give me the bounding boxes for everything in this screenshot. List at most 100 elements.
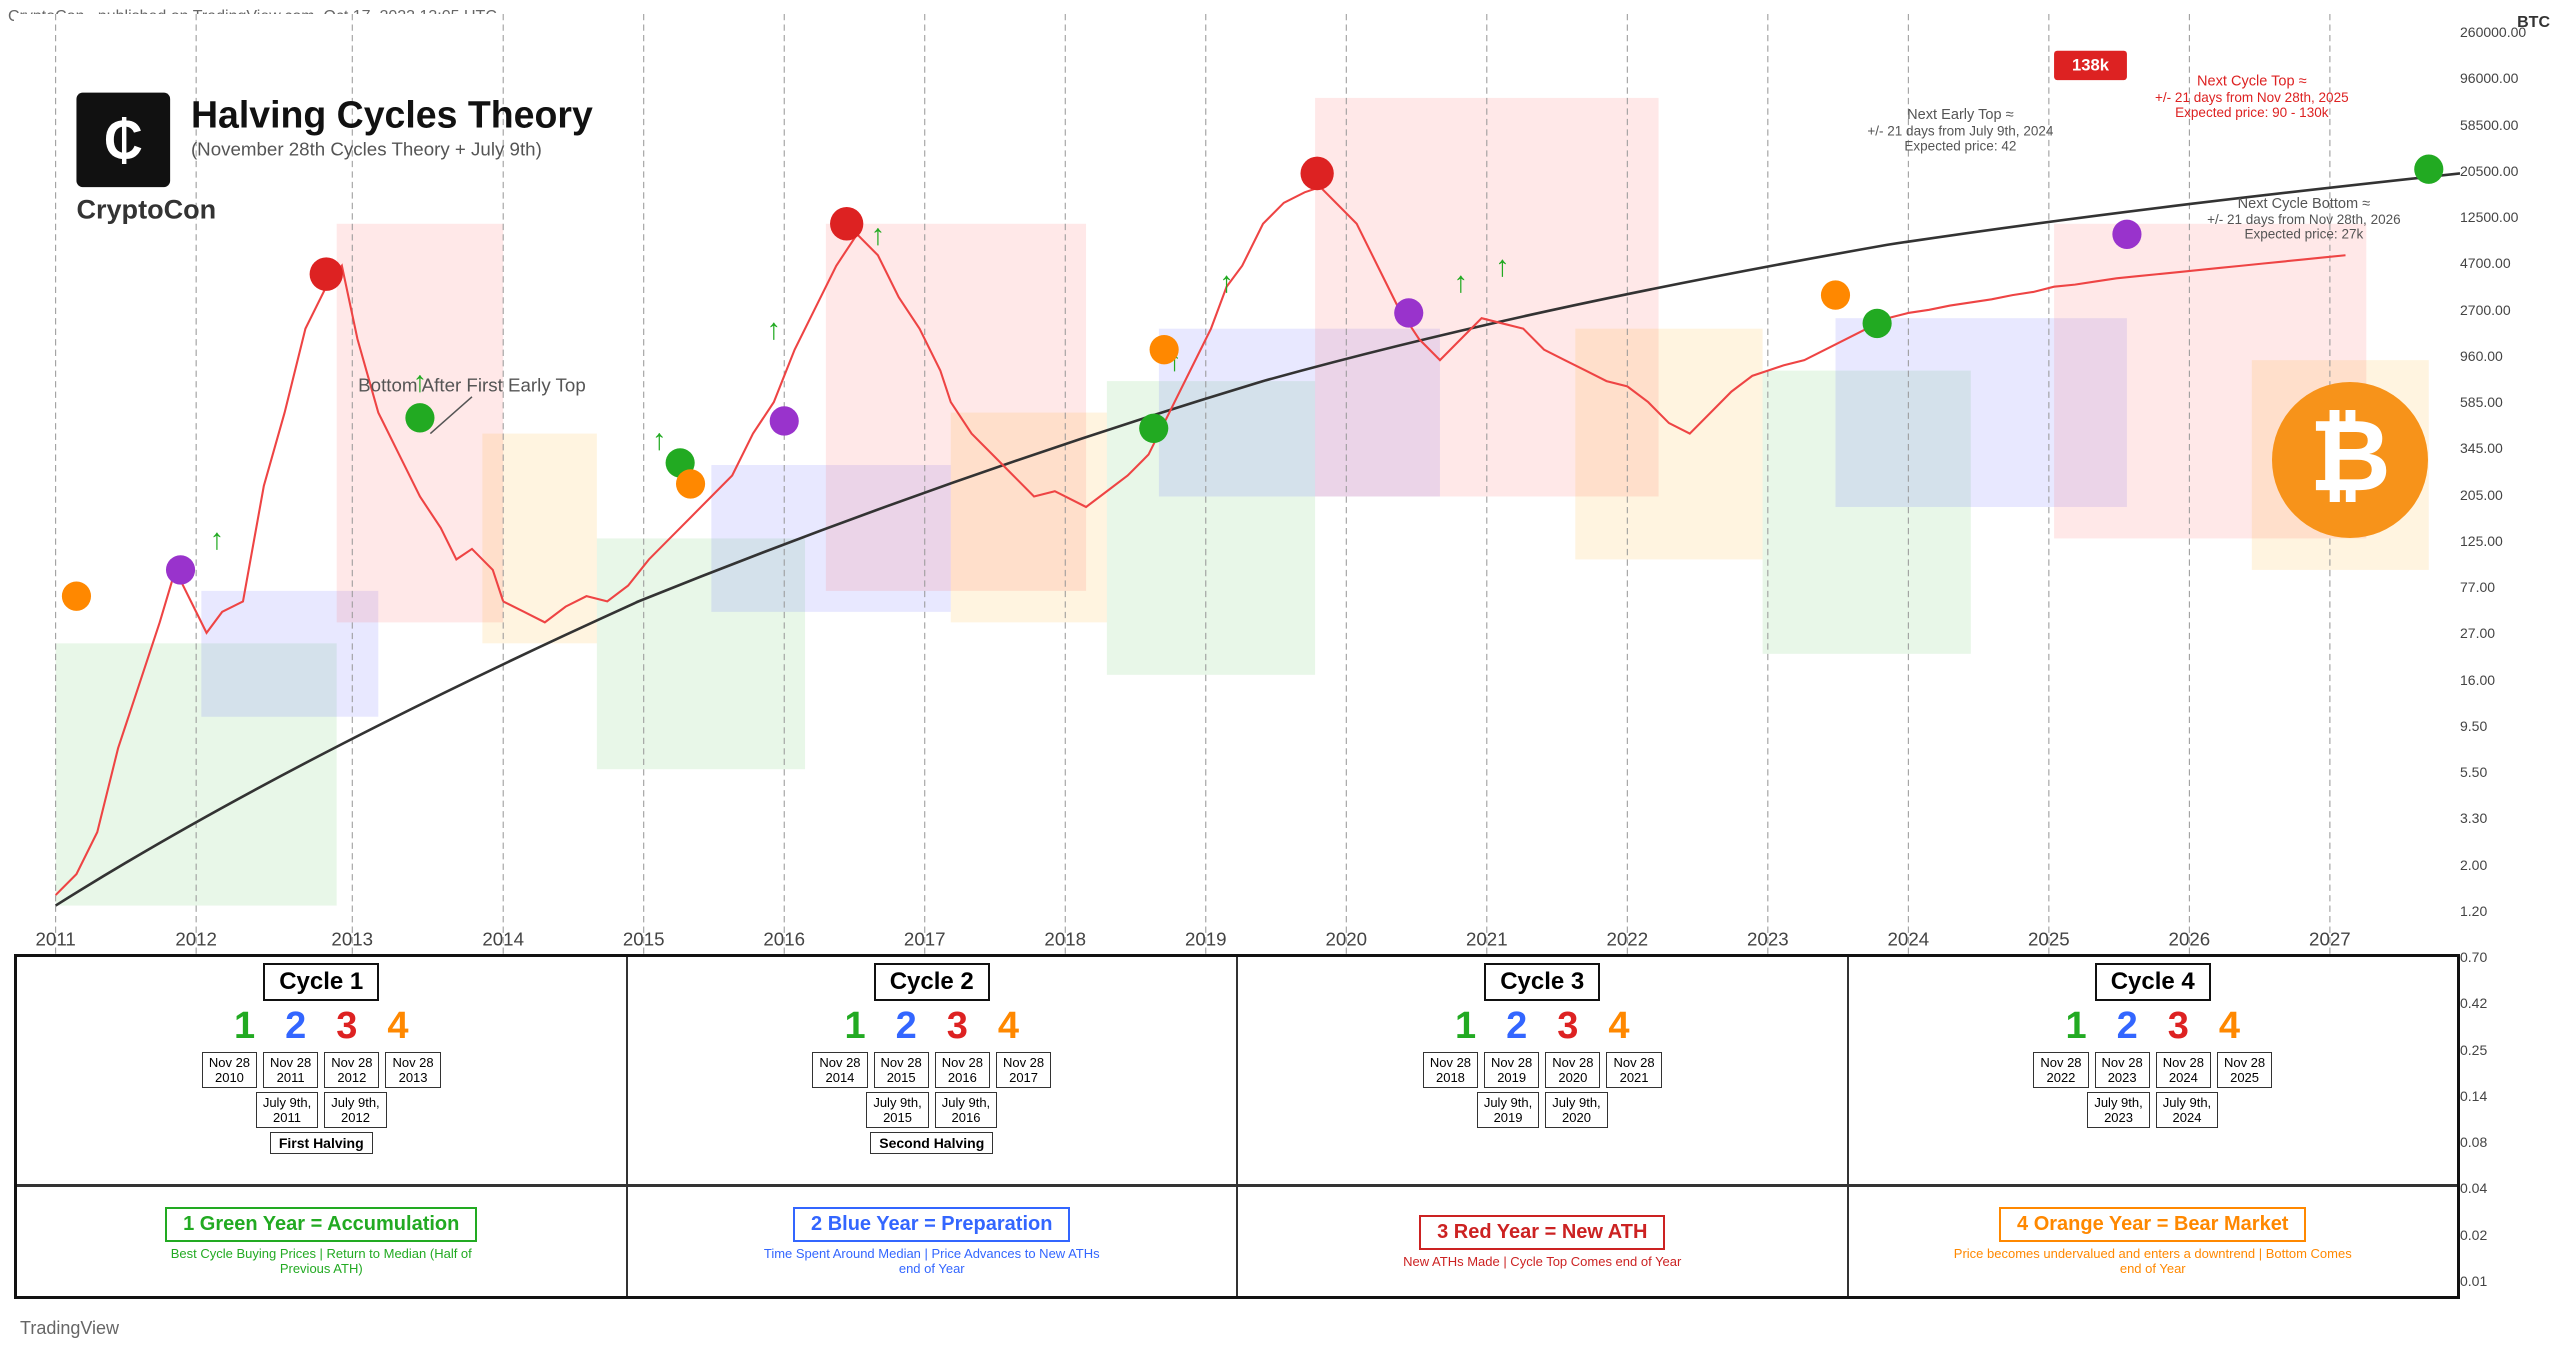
svg-text:2015: 2015 — [623, 928, 665, 949]
svg-text:2021: 2021 — [1466, 928, 1508, 949]
svg-text:↑: ↑ — [652, 424, 667, 456]
svg-text:2014: 2014 — [482, 928, 524, 949]
svg-text:+/- 21 days from Nov 28th, 202: +/- 21 days from Nov 28th, 2026 — [2207, 212, 2401, 227]
blue-year-section: 2 Blue Year = Preparation Time Spent Aro… — [628, 1187, 1239, 1296]
cycle2-num1: 1 — [844, 1005, 865, 1048]
cycle1-date-nov4: Nov 282013 — [385, 1052, 440, 1088]
svg-text:Expected price: 90 - 130k: Expected price: 90 - 130k — [2175, 105, 2329, 120]
svg-text:↑: ↑ — [871, 220, 886, 252]
chart-container: CryptoCon_ published on TradingView.com,… — [0, 0, 2560, 1349]
svg-text:2013: 2013 — [331, 928, 373, 949]
cycle1-block: Cycle 1 1 2 3 4 Nov 282010 Nov 282011 No… — [17, 957, 628, 1184]
cycle1-num2: 2 — [285, 1005, 306, 1048]
cycle1-title: Cycle 1 — [263, 963, 379, 1001]
svg-text:(November 28th Cycles Theory +: (November 28th Cycles Theory + July 9th) — [191, 139, 542, 160]
svg-text:↑: ↑ — [1495, 251, 1510, 283]
cycle4-num4: 4 — [2219, 1005, 2240, 1048]
svg-text:CryptoCon: CryptoCon — [76, 193, 216, 224]
cycle2-date-nov4: Nov 282017 — [996, 1052, 1051, 1088]
cycle4-date-nov3: Nov 282024 — [2156, 1052, 2211, 1088]
cycle3-block: Cycle 3 1 2 3 4 Nov 282018 Nov 282019 No… — [1238, 957, 1849, 1184]
svg-text:+/- 21 days from Nov 28th, 202: +/- 21 days from Nov 28th, 2025 — [2155, 90, 2349, 105]
svg-text:₵: ₵ — [104, 110, 143, 171]
svg-text:2019: 2019 — [1185, 928, 1227, 949]
cycle1-date-nov1: Nov 282010 — [202, 1052, 257, 1088]
svg-text:Halving Cycles Theory: Halving Cycles Theory — [191, 93, 593, 135]
svg-text:2027: 2027 — [2309, 928, 2351, 949]
orange-year-sublabel: Price becomes undervalued and enters a d… — [1953, 1246, 2353, 1276]
cycles-section: Cycle 1 1 2 3 4 Nov 282010 Nov 282011 No… — [14, 954, 2460, 1299]
cycle2-num2: 2 — [896, 1005, 917, 1048]
cycle4-num3: 3 — [2168, 1005, 2189, 1048]
cycle3-date-jul1: July 9th,2019 — [1477, 1092, 1539, 1128]
cycle1-date-nov2: Nov 282011 — [263, 1052, 318, 1088]
svg-text:↑: ↑ — [210, 524, 225, 556]
cycle3-date-nov2: Nov 282019 — [1484, 1052, 1539, 1088]
cycle3-num1: 1 — [1455, 1005, 1476, 1048]
svg-text:2025: 2025 — [2028, 928, 2070, 949]
cycle2-date-nov1: Nov 282014 — [812, 1052, 867, 1088]
cycle1-date-jul1: July 9th,2011 — [256, 1092, 318, 1128]
cycle4-num2: 2 — [2117, 1005, 2138, 1048]
svg-text:Next Cycle Bottom ≈: Next Cycle Bottom ≈ — [2238, 196, 2371, 212]
orange-year-label: 4 Orange Year = Bear Market — [1999, 1207, 2306, 1242]
cycle3-num3: 3 — [1557, 1005, 1578, 1048]
cycle3-date-nov3: Nov 282020 — [1545, 1052, 1600, 1088]
cycle2-block: Cycle 2 1 2 3 4 Nov 282014 Nov 282015 No… — [628, 957, 1239, 1184]
svg-text:2022: 2022 — [1606, 928, 1648, 949]
y-axis: 260000.00 96000.00 58500.00 20500.00 125… — [2456, 14, 2546, 1299]
bitcoin-logo: ₿ — [2270, 380, 2430, 540]
cycle2-date-nov2: Nov 282015 — [874, 1052, 929, 1088]
svg-text:2017: 2017 — [904, 928, 946, 949]
svg-text:+/- 21 days from July 9th, 202: +/- 21 days from July 9th, 2024 — [1867, 124, 2054, 139]
svg-text:138k: 138k — [2072, 56, 2110, 75]
svg-text:2024: 2024 — [1888, 928, 1930, 949]
svg-text:2011: 2011 — [36, 928, 76, 949]
cycle1-num4: 4 — [387, 1005, 408, 1048]
svg-text:Expected price: 27k: Expected price: 27k — [2244, 226, 2363, 241]
cycle2-date-nov3: Nov 282016 — [935, 1052, 990, 1088]
cycle4-date-jul2: July 9th,2024 — [2156, 1092, 2218, 1128]
cycle2-title: Cycle 2 — [874, 963, 990, 1001]
cycle1-date-jul2: July 9th,2012 — [324, 1092, 386, 1128]
main-chart-svg: ↑ ↑ ↑ ↑ ↑ ↑ ↑ ↑ ↑ ↑ 138k Botto — [14, 14, 2460, 958]
svg-text:↑: ↑ — [767, 314, 782, 346]
cycle2-num3: 3 — [947, 1005, 968, 1048]
cycle2-num4: 4 — [998, 1005, 1019, 1048]
svg-text:2023: 2023 — [1747, 928, 1789, 949]
y-axis-currency-label: BTC — [2517, 14, 2550, 32]
svg-text:Next Cycle Top ≈: Next Cycle Top ≈ — [2197, 73, 2307, 89]
cycle1-num1: 1 — [234, 1005, 255, 1048]
cycle4-num1: 1 — [2065, 1005, 2086, 1048]
svg-text:↑: ↑ — [1219, 267, 1234, 299]
cycle4-date-jul1: July 9th,2023 — [2087, 1092, 2149, 1128]
svg-text:2018: 2018 — [1044, 928, 1086, 949]
green-year-sublabel: Best Cycle Buying Prices | Return to Med… — [151, 1246, 491, 1276]
svg-text:2012: 2012 — [175, 928, 217, 949]
red-year-sublabel: New ATHs Made | Cycle Top Comes end of Y… — [1403, 1254, 1681, 1269]
svg-text:Next Early Top ≈: Next Early Top ≈ — [1907, 107, 2013, 123]
cycle3-date-nov4: Nov 282021 — [1606, 1052, 1661, 1088]
cycle3-num4: 4 — [1608, 1005, 1629, 1048]
cycle1-halving-label: First Halving — [270, 1132, 373, 1154]
cycle3-date-jul2: July 9th,2020 — [1545, 1092, 1607, 1128]
cycle1-num3: 3 — [336, 1005, 357, 1048]
blue-year-sublabel: Time Spent Around Median | Price Advance… — [762, 1246, 1102, 1276]
red-year-section: 3 Red Year = New ATH New ATHs Made | Cyc… — [1238, 1187, 1849, 1296]
cycle3-num2: 2 — [1506, 1005, 1527, 1048]
cycle4-title: Cycle 4 — [2095, 963, 2211, 1001]
svg-text:2026: 2026 — [2169, 928, 2211, 949]
cycle4-date-nov4: Nov 282025 — [2217, 1052, 2272, 1088]
svg-text:Expected price: 42: Expected price: 42 — [1904, 138, 2016, 153]
svg-text:↑: ↑ — [1453, 267, 1468, 299]
svg-text:₿: ₿ — [2309, 400, 2391, 512]
green-year-label: 1 Green Year = Accumulation — [165, 1207, 477, 1242]
svg-text:2020: 2020 — [1325, 928, 1367, 949]
cycle2-date-jul1: July 9th,2015 — [866, 1092, 928, 1128]
cycle3-date-nov1: Nov 282018 — [1423, 1052, 1478, 1088]
cycle4-block: Cycle 4 1 2 3 4 Nov 282022 Nov 282023 No… — [1849, 957, 2458, 1184]
cycle1-date-nov3: Nov 282012 — [324, 1052, 379, 1088]
cycle2-date-jul2: July 9th,2016 — [935, 1092, 997, 1128]
cycle3-title: Cycle 3 — [1484, 963, 1600, 1001]
blue-year-label: 2 Blue Year = Preparation — [793, 1207, 1070, 1242]
